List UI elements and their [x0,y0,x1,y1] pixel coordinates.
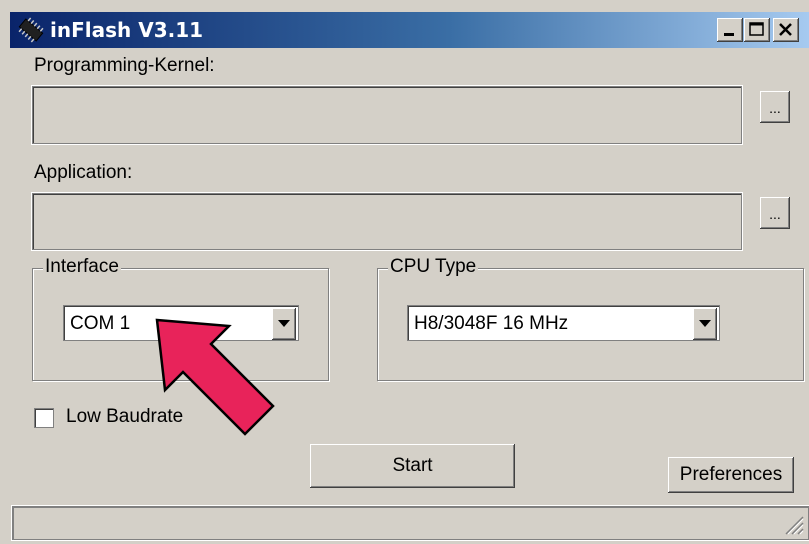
minimize-icon [724,33,734,36]
kernel-browse-button[interactable]: ... [760,91,790,123]
preferences-button[interactable]: Preferences [668,457,794,493]
minimize-button[interactable] [717,18,743,42]
inflash-window: inFlash V3.11 Programming-Kernel: ... Ap… [0,0,809,544]
start-button[interactable]: Start [310,444,515,488]
chevron-down-icon [699,320,711,327]
kernel-label: Programming-Kernel: [34,55,215,76]
cpu-type-group-title: CPU Type [388,256,479,278]
cpu-type-select-value: H8/3048F 16 MHz [414,313,569,334]
low-baudrate-checkbox[interactable] [34,408,54,428]
cpu-type-select[interactable]: H8/3048F 16 MHz [407,305,720,341]
interface-group-title: Interface [43,256,121,278]
interface-select-value: COM 1 [70,313,131,334]
close-button[interactable] [773,18,799,42]
resize-grip-icon[interactable] [782,513,804,535]
kernel-path-field[interactable] [32,86,742,144]
maximize-button[interactable] [744,18,770,42]
maximize-icon [749,22,764,36]
chip-icon [18,17,44,43]
status-bar [12,506,809,540]
application-label: Application: [34,162,133,183]
annotation-arrow-icon [155,318,275,436]
window-title: inFlash V3.11 [50,18,204,42]
application-browse-button[interactable]: ... [760,197,790,229]
close-icon [779,23,792,36]
cpu-type-dropdown-button[interactable] [693,308,717,340]
title-bar[interactable]: inFlash V3.11 [10,12,809,48]
application-path-field[interactable] [32,193,742,250]
